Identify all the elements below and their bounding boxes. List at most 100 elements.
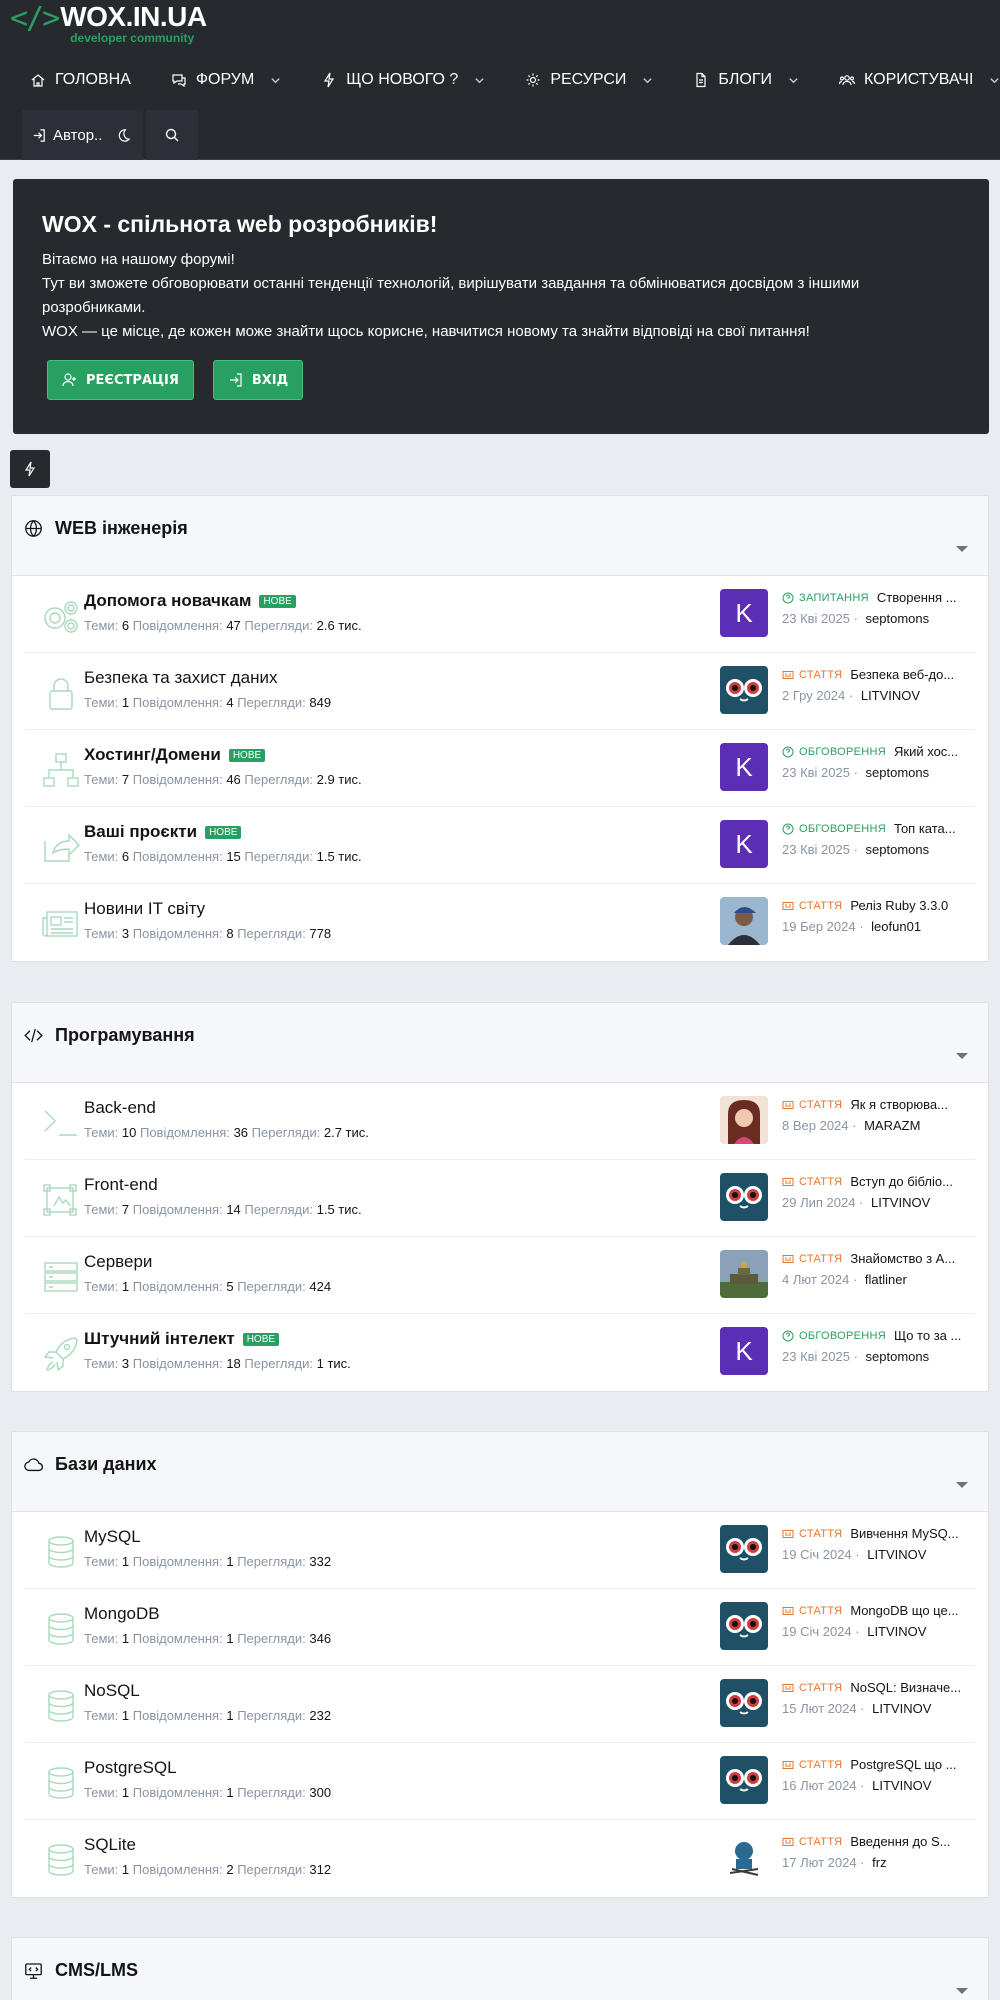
category-title[interactable]: CMS/LMS [24,1960,138,1981]
last-post-user[interactable]: frz [872,1855,886,1870]
forum-title[interactable]: Front-end [84,1175,158,1195]
thread-prefix[interactable]: СТАТТЯ [782,1759,842,1771]
forum-title[interactable]: SQLite [84,1835,136,1855]
thread-prefix[interactable]: СТАТТЯ [782,1836,842,1848]
thread-prefix[interactable]: СТАТТЯ [782,669,842,681]
category-title[interactable]: Програмування [24,1025,195,1046]
forum-title[interactable]: Новини IT світу [84,899,205,919]
category-title[interactable]: Бази даних [24,1454,157,1475]
forum-title[interactable]: Штучний інтелект НОВЕ [84,1329,280,1349]
last-post-title[interactable]: NoSQL: Визначе... [850,1680,961,1695]
last-post-title[interactable]: Вивчення MySQ... [850,1526,958,1541]
last-post-user[interactable]: MARAZM [864,1118,920,1133]
last-post-date[interactable]: 16 Лют 2024 [782,1778,857,1793]
last-post-date[interactable]: 19 Січ 2024 [782,1547,852,1562]
last-post-user[interactable]: LITVINOV [861,688,920,703]
thread-prefix[interactable]: СТАТТЯ [782,900,842,912]
thread-prefix[interactable]: СТАТТЯ [782,1682,842,1694]
avatar[interactable] [720,897,768,945]
last-post-date[interactable]: 23 Кві 2025 [782,1349,850,1364]
last-post-date[interactable]: 23 Кві 2025 [782,842,850,857]
last-post-date[interactable]: 8 Вер 2024 [782,1118,849,1133]
last-post-date[interactable]: 23 Кві 2025 [782,611,850,626]
last-post-user[interactable]: LITVINOV [867,1547,926,1562]
collapse-toggle[interactable] [956,1053,968,1059]
last-post-date[interactable]: 2 Гру 2024 [782,688,845,703]
last-post-user[interactable]: septomons [866,842,930,857]
last-post-date[interactable]: 19 Січ 2024 [782,1624,852,1639]
category-title[interactable]: WEB інженерія [24,518,188,539]
moon-icon[interactable] [116,128,131,143]
nav-item-2[interactable]: ЩО НОВОГО ? [301,55,505,105]
forum-title[interactable]: Допомога новачкам НОВЕ [84,591,296,611]
collapse-toggle[interactable] [956,546,968,552]
forum-title[interactable]: NoSQL [84,1681,140,1701]
avatar[interactable]: K [720,589,768,637]
site-logo[interactable]: </> WOX.IN.UA developer community [10,2,207,46]
last-post-user[interactable]: LITVINOV [871,1195,930,1210]
last-post-user[interactable]: flatliner [865,1272,907,1287]
last-post-date[interactable]: 17 Лют 2024 [782,1855,857,1870]
avatar[interactable]: K [720,1327,768,1375]
last-post-date[interactable]: 23 Кві 2025 [782,765,850,780]
last-post-title[interactable]: MongoDB що це... [850,1603,958,1618]
last-post-user[interactable]: LITVINOV [872,1778,931,1793]
last-post-title[interactable]: Знайомство з А... [850,1251,955,1266]
avatar[interactable] [720,1756,768,1804]
last-post-title[interactable]: Топ ката... [894,821,956,836]
last-post-title[interactable]: Вступ до бібліо... [850,1174,953,1189]
thread-prefix[interactable]: ОБГОВОРЕННЯ [782,823,886,835]
last-post-title[interactable]: Створення ... [877,590,957,605]
last-post-title[interactable]: PostgreSQL що ... [850,1757,956,1772]
thread-prefix[interactable]: ОБГОВОРЕННЯ [782,1330,886,1342]
forum-title[interactable]: Безпека та захист даних [84,668,277,688]
last-post-date[interactable]: 4 Лют 2024 [782,1272,849,1287]
nav-item-4[interactable]: БЛОГИ [673,55,819,105]
last-post-title[interactable]: Який хос... [894,744,958,759]
collapse-toggle[interactable] [956,1482,968,1488]
nav-item-5[interactable]: КОРИСТУВАЧІ [819,55,1000,105]
thread-prefix[interactable]: СТАТТЯ [782,1253,842,1265]
last-post-date[interactable]: 15 Лют 2024 [782,1701,857,1716]
forum-title[interactable]: Сервери [84,1252,152,1272]
avatar[interactable] [720,1679,768,1727]
forum-title[interactable]: MySQL [84,1527,141,1547]
last-post-title[interactable]: Що то за ... [894,1328,961,1343]
login-button[interactable]: Автор.. [22,110,144,160]
thread-prefix[interactable]: СТАТТЯ [782,1605,842,1617]
avatar[interactable]: K [720,743,768,791]
collapse-toggle[interactable] [956,1988,968,1994]
last-post-title[interactable]: Реліз Ruby 3.3.0 [850,898,948,913]
avatar[interactable] [720,1250,768,1298]
avatar[interactable]: K [720,820,768,868]
last-post-title[interactable]: Безпека веб-до... [850,667,954,682]
last-post-user[interactable]: septomons [866,1349,930,1364]
forum-title[interactable]: MongoDB [84,1604,160,1624]
thread-prefix[interactable]: СТАТТЯ [782,1099,842,1111]
avatar[interactable] [720,1602,768,1650]
thread-prefix[interactable]: ЗАПИТАННЯ [782,592,869,604]
last-post-user[interactable]: leofun01 [871,919,921,934]
nav-item-0[interactable]: ГОЛОВНА [10,55,151,105]
last-post-title[interactable]: Введення до S... [850,1834,950,1849]
last-post-user[interactable]: LITVINOV [872,1701,931,1716]
signin-button[interactable]: ВХІД [212,360,304,400]
avatar[interactable] [720,1525,768,1573]
forum-title[interactable]: PostgreSQL [84,1758,177,1778]
thread-prefix[interactable]: СТАТТЯ [782,1528,842,1540]
register-button[interactable]: РЕЄСТРАЦІЯ [47,360,194,400]
last-post-date[interactable]: 29 Лип 2024 [782,1195,855,1210]
forum-title[interactable]: Ваші проєкти НОВЕ [84,822,242,842]
thread-prefix[interactable]: ОБГОВОРЕННЯ [782,746,886,758]
search-button[interactable] [146,110,199,160]
whats-new-button[interactable] [10,450,50,488]
forum-title[interactable]: Back-end [84,1098,156,1118]
avatar[interactable] [720,666,768,714]
last-post-user[interactable]: septomons [866,611,930,626]
avatar[interactable] [720,1833,768,1881]
last-post-user[interactable]: septomons [866,765,930,780]
avatar[interactable] [720,1096,768,1144]
last-post-date[interactable]: 19 Бер 2024 [782,919,856,934]
forum-title[interactable]: Хостинг/Домени НОВЕ [84,745,266,765]
nav-item-3[interactable]: РЕСУРСИ [505,55,673,105]
